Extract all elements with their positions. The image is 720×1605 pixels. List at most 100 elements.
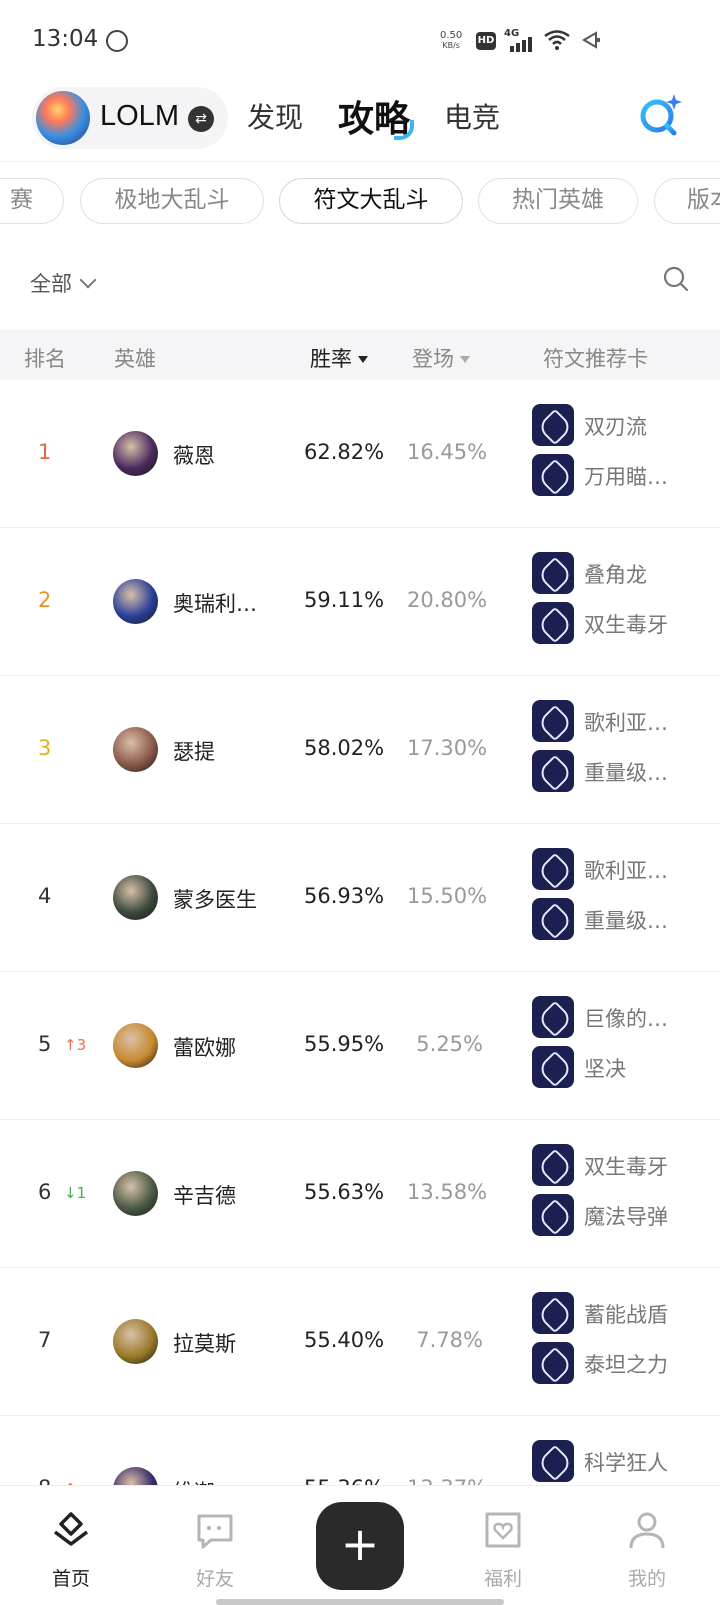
cellular-signal-icon: 4G (504, 28, 534, 52)
hero-row[interactable]: 7 拉莫斯 55.40% 7.78% 蓄能战盾 泰坦之力 (0, 1268, 720, 1416)
chat-icon (197, 1514, 233, 1549)
gift-icon (485, 1512, 521, 1548)
rune-icon (532, 454, 574, 496)
rank-number: 3 (38, 736, 52, 760)
network-speed-unit: KB/s (442, 41, 460, 50)
nav-home[interactable]: 首页 (26, 1508, 116, 1591)
network-type: 4G (504, 28, 520, 39)
header-win-rate-label: 胜率 (310, 347, 352, 371)
chip-tournament[interactable]: 赛 (0, 178, 64, 224)
rune-name: 魔法导弹 (584, 1205, 668, 1229)
hero-row[interactable]: 1 薇恩 62.82% 16.45% 双刃流 万用瞄… (0, 380, 720, 528)
rune-name: 重量级… (584, 909, 668, 933)
chip-hot-heroes[interactable]: 热门英雄 (478, 178, 638, 224)
rune-name: 巨像的… (584, 1007, 668, 1031)
nav-friends[interactable]: 好友 (170, 1508, 260, 1591)
hero-avatar (113, 431, 158, 476)
rank-number: 6 (38, 1180, 52, 1204)
chip-aram[interactable]: 极地大乱斗 (80, 178, 264, 224)
table-header: 排名 英雄 胜率 登场 符文推荐卡 (0, 330, 720, 380)
nav-benefits-label: 福利 (483, 1568, 522, 1590)
hero-row[interactable]: 3 瑟提 58.02% 17.30% 歌利亚… 重量级… (0, 676, 720, 824)
rune-name: 双刃流 (584, 415, 647, 439)
nav-benefits[interactable]: 福利 (458, 1508, 548, 1591)
rune-icon (532, 898, 574, 940)
rune-icon (532, 1292, 574, 1334)
rune-icon (532, 602, 574, 644)
rune-name: 叠角龙 (584, 563, 647, 587)
status-bar: 13:04 0.50 KB/s HD 4G (0, 0, 720, 82)
rune-name: 歌利亚… (584, 859, 668, 883)
rune-icon (532, 996, 574, 1038)
rank-number: 8 (38, 1476, 51, 1485)
game-switcher[interactable]: LOLM ⇄ (32, 87, 228, 149)
filter-row: 全部 (0, 250, 720, 316)
nav-me-label: 我的 (627, 1568, 666, 1590)
hero-row[interactable]: 8↑维迦55.36%13.37%科学狂人 (0, 1416, 720, 1485)
rune-name: 蓄能战盾 (584, 1303, 668, 1327)
hero-avatar (113, 1467, 158, 1485)
hero-row[interactable]: 2 奥瑞利… 59.11% 20.80% 叠角龙 双生毒牙 (0, 528, 720, 676)
rank-number: 4 (38, 884, 52, 908)
profile-icon (629, 1512, 665, 1549)
header-hero: 英雄 (114, 347, 156, 371)
rune-icon (532, 1194, 574, 1236)
hero-name: 蕾欧娜 (173, 1036, 236, 1060)
hero-name: 蒙多医生 (173, 888, 257, 912)
game-name: LOLM (100, 100, 179, 132)
rune-icon (532, 1342, 574, 1384)
hero-avatar (113, 875, 158, 920)
position-filter-dropdown[interactable]: 全部 (30, 268, 97, 298)
rune-icon (532, 404, 574, 446)
header-win-rate[interactable]: 胜率 (310, 343, 368, 373)
rank-number: 1 (38, 440, 52, 464)
rune-name: 重量级… (584, 761, 668, 785)
tab-esports[interactable]: 电竞 (444, 96, 500, 136)
active-tab-indicator (394, 120, 414, 140)
rune-icon (532, 1144, 574, 1186)
sort-desc-icon (358, 356, 368, 363)
hd-badge: HD (476, 32, 496, 50)
hero-row[interactable]: 4 蒙多医生 56.93% 15.50% 歌利亚… 重量级… (0, 824, 720, 972)
rank-number: 2 (38, 588, 52, 612)
header-pick-rate[interactable]: 登场 (412, 343, 470, 373)
search-icon[interactable] (663, 266, 689, 292)
rune-icon (532, 1046, 574, 1088)
rune-name: 坚决 (584, 1057, 626, 1081)
tab-discover[interactable]: 发现 (247, 96, 303, 136)
win-rate: 59.11% (304, 588, 385, 612)
hero-avatar (113, 1023, 158, 1068)
nav-me[interactable]: 我的 (602, 1508, 692, 1591)
hero-row[interactable]: 6 ↓1 辛吉德 55.63% 13.58% 双生毒牙 魔法导弹 (0, 1120, 720, 1268)
hero-ranking-list: 1 薇恩 62.82% 16.45% 双刃流 万用瞄… 2 奥瑞利… 59.11% 20.80% 叠… (0, 380, 720, 1485)
bottom-nav: 首页 好友 + 福利 我的 (0, 1485, 720, 1605)
hero-name: 奥瑞利… (173, 592, 257, 616)
wifi-icon (544, 30, 570, 50)
rune-icon (532, 700, 574, 742)
rune-name: 万用瞄… (584, 465, 668, 489)
network-speed: 0.50 KB/s (440, 31, 462, 51)
win-rate: 55.40% (304, 1328, 385, 1352)
hero-name: 瑟提 (173, 740, 215, 764)
add-button[interactable]: + (316, 1502, 404, 1590)
pick-rate: 15.50% (407, 884, 488, 908)
pick-rate: 13.58% (407, 1180, 488, 1204)
chip-rune-aram[interactable]: 符文大乱斗 (279, 178, 463, 224)
pick-rate: 17.30% (407, 736, 488, 760)
win-rate: 55.95% (304, 1032, 385, 1056)
nav-home-label: 首页 (51, 1568, 90, 1590)
status-time: 13:04 (32, 26, 99, 52)
win-rate: 56.93% (304, 884, 385, 908)
ai-search-icon[interactable] (636, 90, 686, 140)
hero-avatar (113, 1171, 158, 1216)
rank-number: 5 (38, 1032, 52, 1056)
hero-row[interactable]: 5 ↑3 蕾欧娜 55.95% 5.25% 巨像的… 坚决 (0, 972, 720, 1120)
home-icon (53, 1512, 89, 1546)
chip-version[interactable]: 版本 (654, 178, 720, 224)
rune-name: 歌利亚… (584, 711, 668, 735)
header-pick-rate-label: 登场 (412, 347, 454, 371)
game-avatar (36, 91, 90, 145)
rune-icon (532, 848, 574, 890)
rune-icon (532, 750, 574, 792)
hero-avatar (113, 727, 158, 772)
